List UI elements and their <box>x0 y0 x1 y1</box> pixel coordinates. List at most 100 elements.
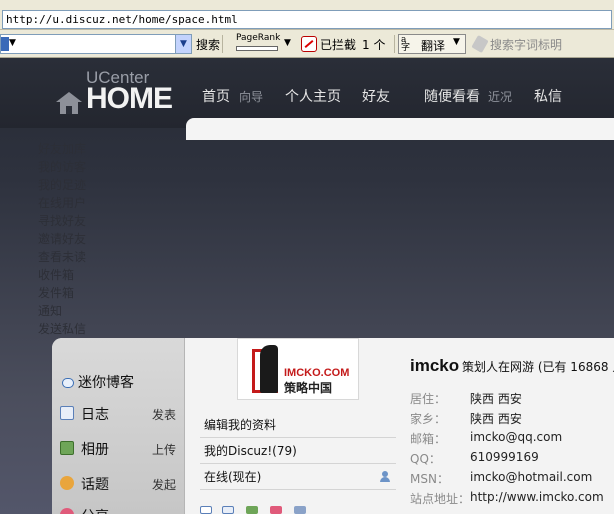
pagerank-bar <box>236 46 278 51</box>
user-status: 策划人在网游 (已有 16868 人 <box>462 360 614 374</box>
sidebar-link-unread[interactable]: 查看未读 <box>38 248 86 266</box>
edit-profile-link[interactable]: 编辑我的资料 <box>200 412 396 438</box>
online-status-label: 在线(现在) <box>204 470 262 484</box>
blog-icon[interactable] <box>222 506 234 514</box>
sidebar-link-add-friends[interactable]: 好友加库 <box>38 140 86 158</box>
profile-actions: 编辑我的资料 我的Discuz!(79) 在线(现在) <box>200 412 396 490</box>
home-logo-icon <box>56 92 82 114</box>
nav-my-space[interactable]: 个人主页 <box>285 86 341 106</box>
topic-icon <box>60 476 74 490</box>
profile-card: 迷你博客 日志 发表 相册 上传 话题 发起 分享 <box>52 338 614 514</box>
avatar-logo-subtext: 策略中国 <box>284 381 333 395</box>
chevron-down-icon[interactable]: ▼ <box>9 38 16 48</box>
sidebar-link-invite[interactable]: 邀请好友 <box>38 230 86 248</box>
left-menu-item-share[interactable]: 分享 <box>60 504 176 514</box>
blog-post-link[interactable]: 发表 <box>152 406 176 423</box>
left-menu-item-label: 分享 <box>81 506 109 514</box>
nav-friends[interactable]: 好友 <box>362 86 390 106</box>
pagerank-label: PageRank <box>236 33 281 43</box>
sidebar-link-find-friends[interactable]: 寻找好友 <box>38 212 86 230</box>
chevron-down-icon[interactable]: ▼ <box>453 37 460 47</box>
left-menu-item-label: 相册 <box>81 442 109 458</box>
avatar-logo-text: IMCKO.COM <box>284 367 350 379</box>
left-menu-item-label: 话题 <box>81 477 109 493</box>
browser-toolbar: ▼ ▼ 搜索 PageRank ▼ 已拦截 1 个 a字 翻译 ▼ 搜索字词标明 <box>0 30 614 58</box>
page: UCenter HOME 首页 向导 个人主页 好友 随便看看 近况 私信 好友… <box>0 58 614 514</box>
info-row-website: 站点地址： http://www.imcko.com <box>410 488 614 508</box>
chevron-down-icon[interactable]: ▼ <box>284 38 291 48</box>
info-row-msn: MSN： imcko@hotmail.com <box>410 468 614 488</box>
sidebar-link-outbox[interactable]: 发件箱 <box>38 284 86 302</box>
address-bar: http://u.discuz.net/home/space.html <box>0 0 614 30</box>
sidebar-link-inbox[interactable]: 收件箱 <box>38 266 86 284</box>
search-combo[interactable]: ▼ ▼ <box>0 34 192 54</box>
info-value: 陕西 西安 <box>470 392 522 406</box>
profile-left-menu: 迷你博客 日志 发表 相册 上传 话题 发起 分享 <box>52 338 185 514</box>
info-key: 家乡： <box>410 412 447 426</box>
toolbar-divider <box>222 35 223 53</box>
sidebar-link-visitors[interactable]: 我的访客 <box>38 158 86 176</box>
address-input[interactable]: http://u.discuz.net/home/space.html <box>2 10 612 29</box>
search-button[interactable]: 搜索 <box>196 36 220 53</box>
user-icon <box>380 471 390 483</box>
info-row-email: 邮箱： imcko@qq.com <box>410 428 614 448</box>
info-key: 邮箱： <box>410 432 447 446</box>
sidebar-link-send-message[interactable]: 发送私信 <box>38 320 86 338</box>
popup-blocked-count: 1 个 <box>362 38 386 52</box>
toolbar-divider <box>394 35 395 53</box>
avatar[interactable]: IMCKO.COM 策略中国 <box>237 338 359 400</box>
sidebar-links: 好友加库 我的访客 我的足迹 在线用户 寻找好友 邀请好友 查看未读 收件箱 发… <box>38 140 86 338</box>
left-menu-item-album[interactable]: 相册 上传 <box>60 437 176 459</box>
avatar-logo-silhouette <box>260 345 278 393</box>
search-engine-icon <box>1 37 9 51</box>
info-row-qq: QQ： 610999169 <box>410 448 614 468</box>
content-tab-strip <box>186 118 614 140</box>
highlighter-icon <box>471 34 489 54</box>
website-link[interactable]: http://www.imcko.com <box>470 490 604 504</box>
info-key: 站点地址： <box>410 492 471 506</box>
sidebar-link-footprints[interactable]: 我的足迹 <box>38 176 86 194</box>
miniblog-link[interactable]: 迷你博客 <box>62 372 134 392</box>
popup-blocked-label[interactable]: 已拦截 <box>320 36 356 53</box>
info-key: MSN： <box>410 472 449 486</box>
info-row-residence: 居住： 陕西 西安 <box>410 388 614 408</box>
translate-icon: a字 <box>401 35 411 53</box>
nav-guide[interactable]: 向导 <box>239 88 263 105</box>
message-icon[interactable] <box>200 506 212 514</box>
info-key: QQ： <box>410 452 441 466</box>
popup-blocker-icon <box>301 36 317 52</box>
left-menu-item-label: 日志 <box>81 407 109 423</box>
profile-info: 居住： 陕西 西安 家乡： 陕西 西安 邮箱： imcko@qq.com QQ：… <box>410 388 614 508</box>
info-value: imcko@hotmail.com <box>470 470 593 484</box>
nav-home[interactable]: 首页 <box>202 86 230 106</box>
nav-recent[interactable]: 近况 <box>488 88 512 105</box>
topic-start-link[interactable]: 发起 <box>152 476 176 493</box>
album-icon <box>60 441 74 455</box>
online-status: 在线(现在) <box>200 464 396 490</box>
share-icon <box>60 508 74 514</box>
left-menu-item-topic[interactable]: 话题 发起 <box>60 472 176 494</box>
nav-messages[interactable]: 私信 <box>534 86 562 106</box>
info-value[interactable]: imcko@qq.com <box>470 430 562 444</box>
translate-label: 翻译 <box>421 39 446 53</box>
album-icon[interactable] <box>246 506 258 514</box>
blog-icon <box>60 406 74 420</box>
sidebar-link-notices[interactable]: 通知 <box>38 302 86 320</box>
pagerank-widget[interactable]: PageRank ▼ <box>226 33 294 54</box>
friends-icon[interactable] <box>294 506 306 514</box>
username: imcko <box>410 356 460 375</box>
left-menu-item-blog[interactable]: 日志 发表 <box>60 402 176 424</box>
album-upload-link[interactable]: 上传 <box>152 441 176 458</box>
my-discuz-link[interactable]: 我的Discuz!(79) <box>200 438 396 464</box>
info-row-hometown: 家乡： 陕西 西安 <box>410 408 614 428</box>
info-key: 居住： <box>410 392 447 406</box>
info-value: 610999169 <box>470 450 539 464</box>
sidebar-link-online-users[interactable]: 在线用户 <box>38 194 86 212</box>
combo-dropdown-button[interactable]: ▼ <box>175 35 191 53</box>
highlight-search-button[interactable]: 搜索字词标明 <box>490 36 562 53</box>
my-discuz-label: 我的Discuz!(79) <box>204 444 297 458</box>
nav-browse[interactable]: 随便看看 <box>424 86 480 106</box>
site-logo[interactable]: HOME <box>86 82 173 116</box>
translate-button[interactable]: a字 翻译 ▼ <box>398 34 466 54</box>
share-icon[interactable] <box>270 506 282 514</box>
